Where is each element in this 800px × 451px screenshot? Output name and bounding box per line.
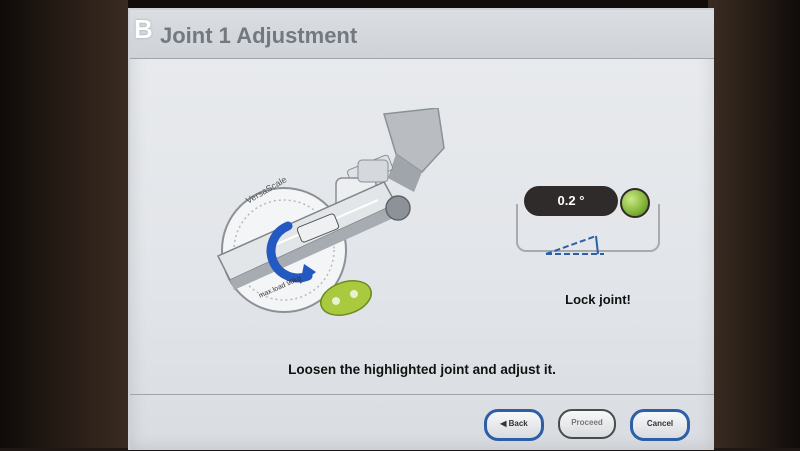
screen: B Joint 1 Adjustment VersaScale max.load…: [128, 8, 714, 450]
joint-illustration: VersaScale max.load 90kg: [216, 108, 445, 316]
header-bar: B Joint 1 Adjustment: [130, 10, 714, 59]
angle-reading-panel: 0.2 °: [516, 186, 660, 258]
monitor-bezel-left: [0, 0, 128, 448]
monitor-bezel-right: [708, 0, 800, 448]
knob-ball: [385, 195, 411, 221]
status-message: Lock joint!: [565, 292, 631, 307]
proceed-button[interactable]: Proceed: [558, 409, 616, 439]
footer-bar: ◀ Back Proceed Cancel: [130, 394, 714, 451]
page-title: Joint 1 Adjustment: [160, 23, 358, 48]
instruction-text: Loosen the highlighted joint and adjust …: [288, 362, 556, 377]
back-button[interactable]: ◀ Back: [484, 409, 544, 441]
status-light-green: [620, 188, 650, 218]
angle-icon: [545, 235, 604, 255]
step-badge: B: [134, 14, 153, 44]
cancel-button[interactable]: Cancel: [630, 409, 690, 441]
angle-value: 0.2 °: [524, 186, 618, 216]
